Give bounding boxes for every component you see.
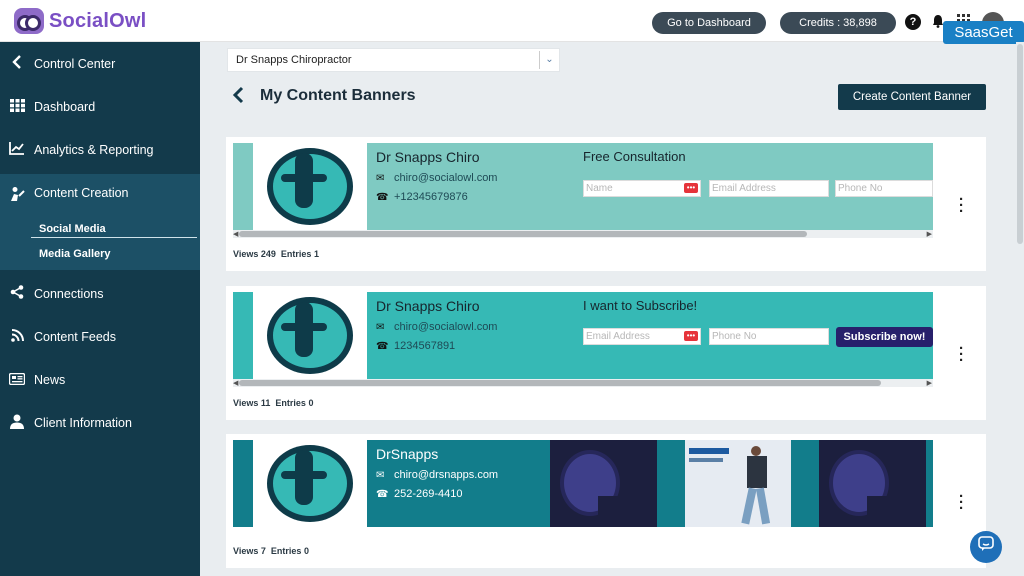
sidebar-item-news[interactable]: News <box>0 358 200 401</box>
phone-field[interactable]: Phone No <box>709 328 829 345</box>
banner-email: ✉ chiro@socialowl.com <box>376 321 498 333</box>
more-options-icon[interactable]: · · · <box>959 341 964 368</box>
banner-card: Dr Snapps Chiro ✉ chiro@socialowl.com ☎ 12… <box>226 286 986 420</box>
horizontal-scrollbar[interactable]: ◀ ▶ <box>233 230 933 238</box>
news-icon <box>0 372 34 388</box>
credits-badge[interactable]: Credits : 38,898 <box>780 12 896 34</box>
share-icon <box>0 285 34 302</box>
sidebar-subitem-media-gallery[interactable]: Media Gallery <box>39 248 111 260</box>
chevron-down-icon: ⌄ <box>539 51 559 69</box>
owl-logo-icon <box>14 8 44 34</box>
banner-stats: Views 11 Entries 0 <box>233 398 314 408</box>
sidebar-item-analytics[interactable]: Analytics & Reporting <box>0 128 200 171</box>
banner-preview[interactable]: DrSnapps ✉ chiro@drsnapps.com ☎ 252-269-44… <box>233 440 933 527</box>
scroll-right-icon[interactable]: ▶ <box>927 230 932 238</box>
phone-field[interactable]: Phone No <box>835 180 933 197</box>
create-icon <box>0 186 34 205</box>
form-title: I want to Subscribe! <box>583 298 698 313</box>
banner-stats: Views 249 Entries 1 <box>233 249 319 259</box>
chart-icon <box>0 141 34 158</box>
app-logo[interactable]: SocialOwl <box>14 8 146 34</box>
sidebar-item-label: Connections <box>34 286 104 301</box>
sidebar-item-label: Analytics & Reporting <box>34 142 154 157</box>
banner-name: Dr Snapps Chiro <box>376 149 480 165</box>
sidebar-item-label: Content Creation <box>34 186 129 200</box>
banner-phone: ☎ 252-269-4410 <box>376 488 463 500</box>
envelope-icon: ✉ <box>376 173 385 184</box>
sidebar-item-dashboard[interactable]: Dashboard <box>0 85 200 128</box>
chiro-logo-image <box>253 143 367 230</box>
page-scrollbar-thumb[interactable] <box>1017 44 1023 244</box>
spine-image <box>550 440 657 527</box>
phone-icon: ☎ <box>376 341 389 352</box>
client-select-value: Dr Snapps Chiropractor <box>236 54 352 66</box>
envelope-icon: ✉ <box>376 470 385 481</box>
scroll-left-icon[interactable]: ◀ <box>233 379 238 387</box>
sidebar-item-label: News <box>34 372 66 387</box>
banner-card: DrSnapps ✉ chiro@drsnapps.com ☎ 252-269-44… <box>226 434 986 568</box>
scroll-right-icon[interactable]: ▶ <box>927 379 932 387</box>
page-scrollbar[interactable] <box>1016 42 1024 576</box>
sidebar-item-control-center[interactable]: Control Center <box>0 42 200 85</box>
email-field[interactable]: Email Address <box>709 180 829 197</box>
spine-image <box>819 440 926 527</box>
sidebar-item-label: Content Feeds <box>34 329 116 344</box>
saasget-watermark: SaasGet <box>943 21 1024 44</box>
horizontal-scrollbar[interactable]: ◀ ▶ <box>233 379 933 387</box>
banner-email: ✉ chiro@drsnapps.com <box>376 469 499 481</box>
client-select[interactable]: Dr Snapps Chiropractor ⌄ <box>227 48 560 72</box>
banner-name: Dr Snapps Chiro <box>376 298 480 314</box>
active-subitem-underline <box>31 237 197 238</box>
walking-man-image <box>685 440 791 527</box>
grid-icon <box>0 98 34 115</box>
more-options-icon[interactable]: · · · <box>959 489 964 516</box>
back-chevron-icon[interactable] <box>232 86 244 109</box>
scrollbar-thumb[interactable] <box>239 231 807 237</box>
page-title: My Content Banners <box>260 87 416 104</box>
banner-email: ✉ chiro@socialowl.com <box>376 172 498 184</box>
banner-preview[interactable]: Dr Snapps Chiro ✉ chiro@socialowl.com ☎ 12… <box>233 292 933 379</box>
chat-icon[interactable] <box>970 531 1002 563</box>
banner-name: DrSnapps <box>376 446 439 462</box>
banner-card: Dr Snapps Chiro ✉ chiro@socialowl.com ☎ +1… <box>226 137 986 271</box>
sidebar-item-content-feeds[interactable]: Content Feeds <box>0 315 200 358</box>
form-title: Free Consultation <box>583 149 686 164</box>
top-bar: SocialOwl Go to Dashboard Credits : 38,8… <box>0 0 1024 42</box>
chiro-logo-image <box>253 292 367 379</box>
autofill-icon: ••• <box>684 331 698 341</box>
sidebar-subitem-social-media[interactable]: Social Media <box>39 223 106 235</box>
subscribe-now-button[interactable]: Subscribe now! <box>836 327 933 347</box>
rss-icon <box>0 328 34 345</box>
banner-phone: ☎ 1234567891 <box>376 340 456 352</box>
user-icon <box>0 414 34 432</box>
chiro-logo-image <box>253 440 367 527</box>
scroll-left-icon[interactable]: ◀ <box>233 230 238 238</box>
banner-stats: Views 7 Entries 0 <box>233 546 309 556</box>
create-content-banner-button[interactable]: Create Content Banner <box>838 84 986 110</box>
envelope-icon: ✉ <box>376 322 385 333</box>
banner-phone: ☎ +12345679876 <box>376 191 468 203</box>
sidebar-item-label: Control Center <box>34 56 116 71</box>
scrollbar-thumb[interactable] <box>239 380 881 386</box>
phone-icon: ☎ <box>376 192 389 203</box>
sidebar-item-client-information[interactable]: Client Information <box>0 401 200 444</box>
sidebar-item-label: Dashboard <box>34 99 96 114</box>
sidebar-item-label: Client Information <box>34 415 132 430</box>
app-logo-text: SocialOwl <box>49 9 147 32</box>
sidebar-item-connections[interactable]: Connections <box>0 272 200 315</box>
banner-preview[interactable]: Dr Snapps Chiro ✉ chiro@socialowl.com ☎ +1… <box>233 143 933 230</box>
autofill-icon: ••• <box>684 183 698 193</box>
more-options-icon[interactable]: · · · <box>959 192 964 219</box>
go-to-dashboard-button[interactable]: Go to Dashboard <box>652 12 766 34</box>
help-icon[interactable]: ? <box>905 14 921 30</box>
phone-icon: ☎ <box>376 489 389 500</box>
chevron-left-icon <box>0 55 34 72</box>
